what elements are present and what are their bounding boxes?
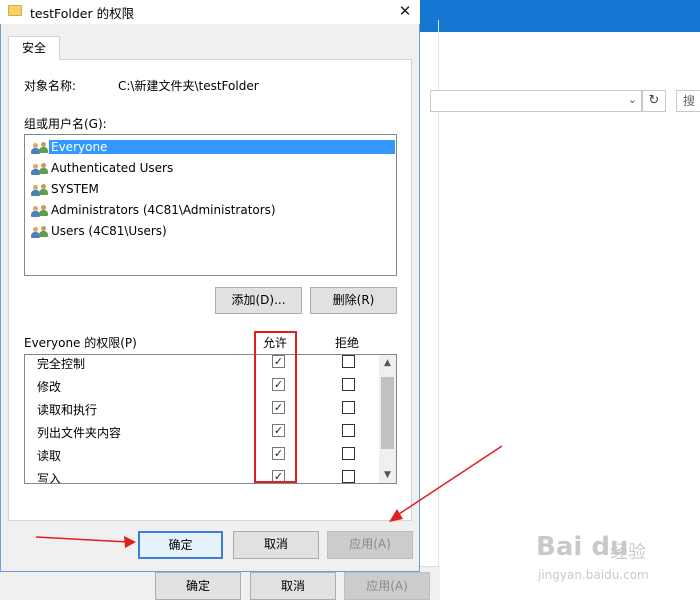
background-ok-button[interactable]: 确定 [155, 572, 241, 600]
deny-checkbox[interactable] [342, 355, 355, 368]
baidu-watermark: Bai du 经验 jingyan.baidu.com [530, 528, 690, 588]
close-icon[interactable]: ✕ [390, 0, 420, 24]
permission-row: 读取和执行 ✓ [25, 399, 381, 422]
user-name: SYSTEM [51, 182, 99, 196]
object-name-label: 对象名称: [24, 79, 77, 93]
search-input[interactable]: 搜 [676, 90, 700, 112]
address-bar[interactable]: ⌄ [430, 90, 642, 112]
watermark-jingyan: 经验 [610, 542, 646, 563]
background-cancel-button[interactable]: 取消 [250, 572, 336, 600]
tab-security[interactable]: 安全 [8, 36, 60, 60]
chevron-down-icon[interactable]: ⌄ [628, 93, 637, 106]
ok-button[interactable]: 确定 [138, 531, 223, 559]
scroll-thumb[interactable] [381, 377, 394, 449]
permission-name: 修改 [37, 380, 62, 394]
scroll-down-icon[interactable]: ▼ [379, 467, 396, 483]
permission-row: 列出文件夹内容 ✓ [25, 422, 381, 445]
background-titlebar [420, 0, 700, 32]
user-list-item[interactable]: Authenticated Users [27, 159, 395, 179]
permission-row: 修改 ✓ [25, 376, 381, 399]
allow-column-highlight [254, 331, 297, 483]
permission-name: 写入 [37, 472, 62, 484]
background-apply-button[interactable]: 应用(A) [344, 572, 430, 600]
cancel-button[interactable]: 取消 [233, 531, 319, 559]
permissions-scrollbar[interactable]: ▲ ▼ [379, 355, 396, 483]
user-list-item[interactable]: SYSTEM [27, 180, 395, 200]
deny-column-header: 拒绝 [335, 336, 360, 350]
deny-checkbox[interactable] [342, 378, 355, 391]
deny-checkbox[interactable] [342, 424, 355, 437]
user-group-icon [31, 225, 49, 239]
permission-row: 完全控制 ✓ [25, 355, 381, 376]
dialog-title: testFolder 的权限 [30, 6, 135, 21]
deny-checkbox[interactable] [342, 401, 355, 414]
remove-button[interactable]: 删除(R) [310, 287, 397, 314]
user-name: Administrators (4C81\Administrators) [51, 203, 276, 217]
user-list-item[interactable]: Everyone [27, 138, 395, 158]
user-group-icon [31, 204, 49, 218]
user-list-item[interactable]: Administrators (4C81\Administrators) [27, 201, 395, 221]
user-group-icon [31, 162, 49, 176]
permission-name: 读取和执行 [37, 403, 98, 417]
refresh-icon[interactable]: ↻ [642, 90, 666, 112]
user-name: Users (4C81\Users) [51, 224, 167, 238]
object-name-value: C:\新建文件夹\testFolder [118, 79, 259, 93]
folder-icon [8, 5, 22, 16]
user-name: Authenticated Users [51, 161, 174, 175]
group-users-label: 组或用户名(G): [24, 117, 107, 131]
user-group-icon [31, 183, 49, 197]
apply-button[interactable]: 应用(A) [327, 531, 413, 559]
permissions-label: Everyone 的权限(P) [24, 336, 137, 350]
permission-name: 列出文件夹内容 [37, 426, 122, 440]
add-button[interactable]: 添加(D)... [215, 287, 302, 314]
permission-name: 读取 [37, 449, 62, 463]
scroll-up-icon[interactable]: ▲ [379, 355, 396, 371]
user-name: Everyone [49, 140, 395, 154]
deny-checkbox[interactable] [342, 447, 355, 460]
permission-name: 完全控制 [37, 357, 86, 371]
permissions-list[interactable]: 完全控制 ✓ 修改 ✓ 读取和执行 ✓ 列出文件夹内容 ✓ 读取 ✓ 写入 ✓ [24, 354, 397, 484]
user-group-icon [31, 141, 49, 155]
permission-row: 读取 ✓ [25, 445, 381, 468]
watermark-url: jingyan.baidu.com [538, 568, 649, 582]
user-list[interactable]: Everyone Authenticated Users SYSTEM Admi… [24, 134, 397, 276]
deny-checkbox[interactable] [342, 470, 355, 483]
user-list-item[interactable]: Users (4C81\Users) [27, 222, 395, 242]
permission-row: 写入 ✓ [25, 468, 381, 484]
